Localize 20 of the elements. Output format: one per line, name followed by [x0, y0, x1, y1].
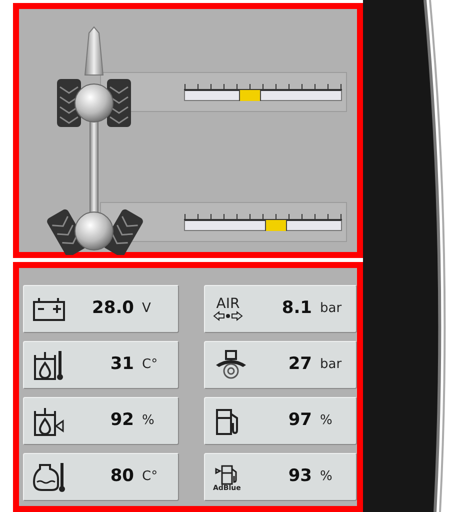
- reading-unit: %: [320, 468, 334, 486]
- reading-unit: bar: [320, 356, 343, 374]
- reading-unit: bar: [320, 300, 343, 318]
- reading-value: 28.0: [92, 297, 134, 320]
- reading-value: 80: [110, 465, 134, 488]
- reading-unit: %: [320, 412, 334, 430]
- reading-unit: V: [142, 300, 152, 318]
- coolant-temperature-icon: [32, 461, 66, 493]
- oil-temperature-icon: [32, 349, 66, 381]
- oil-level-icon: [32, 405, 66, 437]
- reading-unit: C°: [142, 468, 159, 486]
- reading-unit: C°: [142, 356, 159, 374]
- reading-value: 97: [288, 409, 312, 432]
- reading-value: 8.1: [282, 297, 312, 320]
- reading-value: 93: [288, 465, 312, 488]
- reading-value: 92: [110, 409, 134, 432]
- reading-unit: %: [142, 412, 156, 430]
- battery-icon: [32, 296, 66, 322]
- reading-value: 31: [110, 353, 134, 376]
- reading-value: 27: [288, 353, 312, 376]
